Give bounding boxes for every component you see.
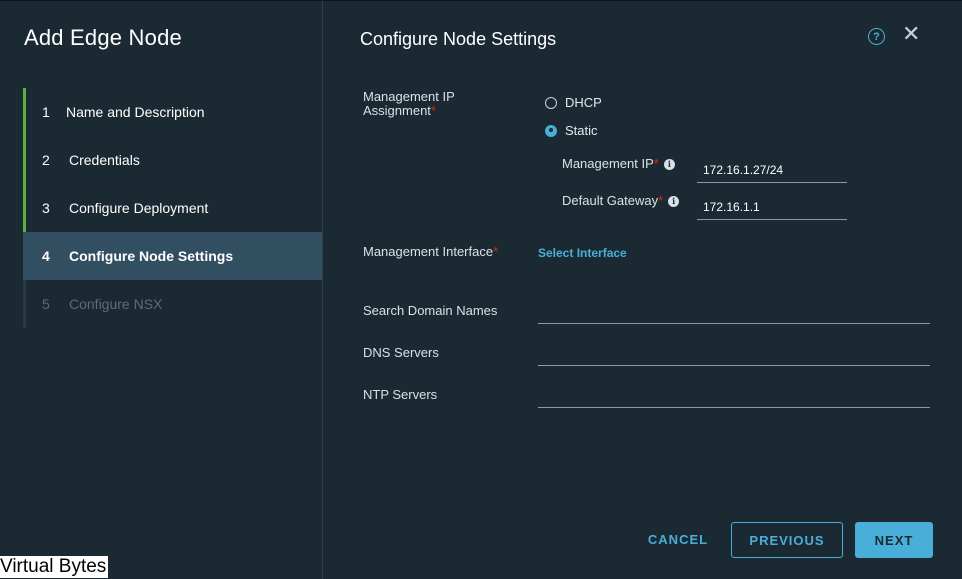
wizard-steps: 1 Name and Description 2 Credentials 3 C… [23, 88, 322, 328]
step-number: 4 [42, 248, 50, 264]
cancel-button[interactable]: CANCEL [636, 521, 720, 557]
label-text: Default Gateway [562, 193, 659, 208]
radio-label: DHCP [565, 95, 602, 110]
step-number: 1 [42, 104, 50, 120]
help-icon[interactable]: ? [868, 28, 885, 45]
previous-button[interactable]: PREVIOUS [731, 522, 843, 558]
mgmt-ip-assignment-label: Management IP Assignment* [363, 90, 455, 118]
mgmt-ip-label: Management IP* i [562, 157, 675, 171]
step-configure-deployment[interactable]: 3 Configure Deployment [23, 184, 322, 232]
default-gateway-label: Default Gateway* i [562, 193, 680, 208]
step-number: 2 [42, 152, 50, 168]
radio-label: Static [565, 123, 598, 138]
ntp-servers-field[interactable] [538, 382, 930, 408]
search-domain-field[interactable] [538, 298, 930, 324]
label-text: Management Interface [363, 244, 494, 259]
select-interface-link[interactable]: Select Interface [538, 246, 627, 260]
dialog-title: Add Edge Node [24, 25, 182, 50]
dns-servers-field[interactable] [538, 340, 930, 366]
step-configure-node-settings[interactable]: 4 Configure Node Settings [23, 232, 322, 280]
radio-button[interactable] [545, 124, 557, 137]
wizard-sidebar: Add Edge Node 1 Name and Description 2 C… [0, 1, 323, 579]
step-name-and-description[interactable]: 1 Name and Description [23, 88, 322, 136]
default-gateway-value: 172.16.1.1 [703, 200, 760, 214]
step-label: Configure Node Settings [69, 248, 234, 264]
default-gateway-field[interactable]: 172.16.1.1 [697, 194, 847, 220]
label-line1: Management IP [363, 89, 455, 104]
required-marker: * [658, 193, 664, 208]
radio-button[interactable] [545, 96, 557, 109]
mgmt-interface-label: Management Interface* [363, 245, 498, 259]
mgmt-ip-value: 172.16.1.27/24 [703, 163, 784, 177]
page-title: Configure Node Settings [360, 29, 557, 49]
add-edge-node-dialog: Add Edge Node 1 Name and Description 2 C… [0, 0, 962, 579]
next-button[interactable]: NEXT [855, 522, 933, 558]
step-label: Configure Deployment [69, 200, 209, 216]
step-number: 3 [42, 200, 50, 216]
radio-dhcp[interactable]: DHCP [545, 95, 602, 110]
step-number: 5 [42, 296, 50, 312]
close-icon[interactable]: ✕ [902, 23, 920, 45]
label-text: Management IP [562, 156, 654, 171]
required-marker: * [430, 103, 436, 118]
step-label: Configure NSX [69, 296, 163, 312]
radio-static[interactable]: Static [545, 123, 598, 138]
label-line2: Assignment [363, 103, 431, 118]
required-marker: * [493, 244, 499, 259]
step-label: Credentials [69, 152, 140, 168]
step-credentials[interactable]: 2 Credentials [23, 136, 322, 184]
mgmt-ip-field[interactable]: 172.16.1.27/24 [697, 157, 847, 183]
search-domain-label: Search Domain Names [363, 303, 498, 318]
info-icon[interactable]: i [668, 195, 680, 207]
step-label: Name and Description [66, 104, 205, 120]
info-icon[interactable]: i [663, 158, 675, 170]
step-configure-nsx: 5 Configure NSX [23, 280, 322, 328]
wizard-content: Configure Node Settings ? ✕ Management I… [324, 1, 962, 579]
dns-servers-label: DNS Servers [363, 345, 439, 360]
required-marker: * [653, 156, 659, 171]
ntp-servers-label: NTP Servers [363, 387, 438, 402]
watermark: Virtual Bytes [0, 556, 109, 578]
